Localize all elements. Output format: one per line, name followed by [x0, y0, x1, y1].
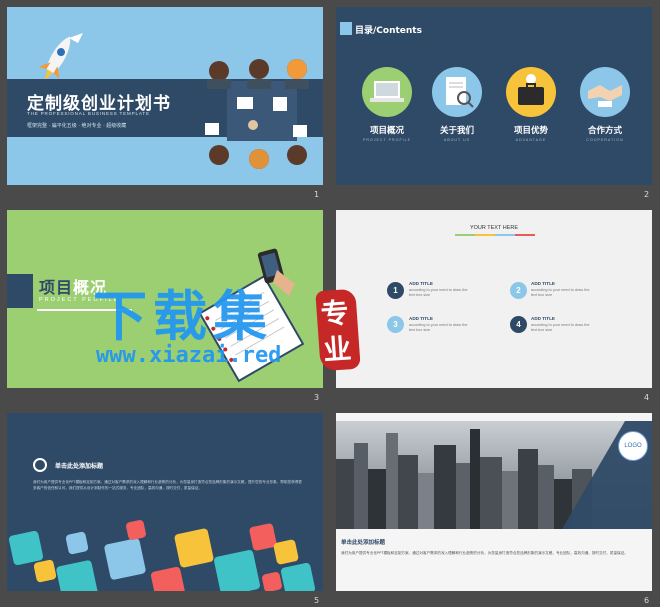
decor-tile: [8, 530, 44, 566]
title-marker: [7, 274, 33, 308]
decor-tile: [55, 559, 99, 591]
seal-char: 业: [322, 332, 353, 368]
slide-header: YOUR TEXT HERE: [469, 225, 519, 231]
logo-placeholder: LOGO: [618, 431, 648, 461]
decor-tile: [173, 527, 215, 569]
color-stripe: [515, 234, 535, 236]
item-desc: according to your need to draw the text …: [409, 288, 468, 297]
item-title: ADD TITLE: [409, 281, 433, 286]
watermark-text: 下载集: [93, 284, 273, 348]
slide-body-text: 我们为用户提供专业化PPT模板和定制方案，通过对客户需求的深入理解和行业趋势的分…: [33, 480, 302, 491]
slide-title: 单击此处添加标题: [341, 540, 386, 546]
item-desc: according to your need to draw the text …: [531, 288, 590, 297]
item-desc: according to your need to draw the text …: [409, 323, 468, 332]
slide-number: 2: [644, 190, 650, 199]
slide-thumbnail-2[interactable]: 目录/Contents 项目概况 PROJECT PROFILE 关于我们 AB…: [336, 7, 652, 185]
decor-tile: [213, 549, 261, 591]
contents-item-sub: PROJECT PROFILE: [362, 138, 412, 142]
contents-item-label: 关于我们: [439, 126, 474, 136]
slide-number: 1: [314, 190, 320, 199]
meeting-illustration-icon: [205, 59, 309, 169]
document-search-icon: [432, 67, 482, 117]
heading-marker: [340, 22, 352, 35]
decor-tile: [103, 537, 147, 581]
pie-chart-icon: [33, 458, 47, 472]
contents-item-sub: COOPERATION: [586, 138, 624, 142]
item-number-badge: 3: [387, 316, 404, 333]
slide-number: 6: [644, 596, 650, 605]
decor-tile: [272, 538, 300, 566]
decor-tile: [261, 571, 283, 591]
contents-item-label: 合作方式: [587, 126, 622, 136]
item-desc: according to your need to draw the text …: [531, 323, 590, 332]
contents-item-label: 项目概况: [369, 126, 404, 136]
briefcase-icon: [506, 67, 556, 117]
decor-tile: [33, 559, 57, 583]
contents-item-sub: ABOUT US: [443, 138, 471, 142]
item-title: ADD TITLE: [531, 316, 555, 321]
paper-plane-icon: [69, 33, 83, 43]
watermark-url: www.xiazai.red: [96, 343, 282, 368]
item-number-badge: 4: [510, 316, 527, 333]
handshake-icon: [580, 67, 630, 117]
slide-thumbnail-1[interactable]: 定制级创业计划书 THE PROFESSIONAL BUSINESS TEMPL…: [7, 7, 323, 185]
item-title: ADD TITLE: [409, 316, 433, 321]
item-title: ADD TITLE: [531, 281, 555, 286]
slide-number: 4: [644, 393, 650, 402]
item-number-badge: 2: [510, 282, 527, 299]
laptop-icon: [362, 67, 412, 117]
color-stripe: [475, 234, 495, 236]
decor-tile: [125, 519, 147, 541]
slide-number: 5: [314, 596, 320, 605]
color-stripe: [455, 234, 475, 236]
decor-tile: [150, 566, 186, 591]
decor-tile: [280, 562, 316, 591]
decor-tile: [65, 531, 89, 555]
contents-item-label: 项目优势: [513, 126, 548, 136]
slide-title: 单击此处添加标题: [55, 463, 104, 470]
slide-subtitle: THE PROFESSIONAL BUSINESS TEMPLATE: [27, 111, 150, 116]
item-number-badge: 1: [387, 282, 404, 299]
slide-body-text: 我们为用户提供专业化PPT模板和定制方案，通过对客户需求的深入理解和行业趋势的分…: [341, 551, 628, 555]
slide-thumbnail-6[interactable]: LOGO 单击此处添加标题 我们为用户提供专业化PPT模板和定制方案，通过对客户…: [336, 413, 652, 591]
slide-thumbnail-5[interactable]: 单击此处添加标题 我们为用户提供专业化PPT模板和定制方案，通过对客户需求的深入…: [7, 413, 323, 591]
contents-item-sub: ADVANTAGE: [515, 138, 547, 142]
color-stripe: [495, 234, 515, 236]
contents-heading: 目录/Contents: [355, 26, 422, 36]
watermark-seal: 专 业: [315, 288, 361, 372]
slide-number: 3: [314, 393, 320, 402]
slide-tagline: 框架完整 · 扁平化五级 · 绝对专业 · 超级收藏: [27, 123, 127, 129]
slide-thumbnail-4[interactable]: YOUR TEXT HERE 1 ADD TITLE according to …: [336, 210, 652, 388]
